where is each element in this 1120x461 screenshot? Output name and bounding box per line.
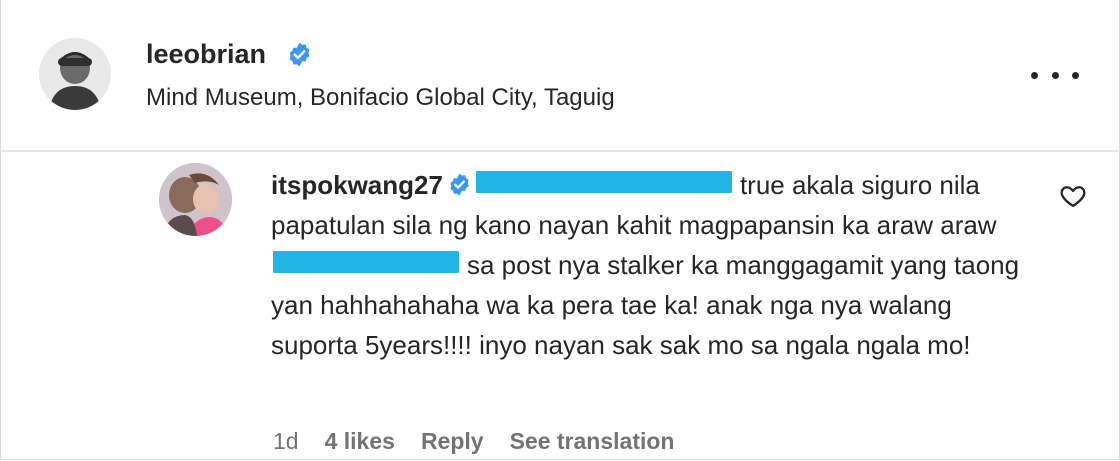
post-location[interactable]: Mind Museum, Bonifacio Global City, Tagu… bbox=[146, 82, 615, 114]
see-translation-button[interactable]: See translation bbox=[510, 425, 675, 457]
more-dot bbox=[1072, 71, 1079, 79]
more-dot bbox=[1051, 71, 1059, 79]
more-options-button[interactable] bbox=[1031, 60, 1079, 90]
post-header: leeobrian Mind Museum, Bonifacio Global … bbox=[1, 0, 1119, 152]
redacted-mention[interactable] bbox=[475, 171, 732, 193]
instagram-comment-panel: leeobrian Mind Museum, Bonifacio Global … bbox=[0, 0, 1120, 460]
profile-photo bbox=[159, 163, 232, 236]
reply-button[interactable]: Reply bbox=[421, 425, 484, 457]
likes-count[interactable]: 4 likes bbox=[325, 425, 395, 457]
comment-text: itspokwang27 true akala siguro nila papa… bbox=[271, 165, 1041, 365]
comment-username[interactable]: itspokwang27 bbox=[271, 170, 443, 200]
comment-avatar[interactable] bbox=[159, 163, 232, 236]
avatar[interactable] bbox=[39, 38, 111, 110]
post-username[interactable]: leeobrian bbox=[146, 36, 266, 72]
verified-badge-icon bbox=[450, 173, 469, 196]
more-horizontal-icon bbox=[1031, 71, 1038, 79]
verified-badge-icon bbox=[289, 42, 310, 67]
profile-photo bbox=[39, 38, 111, 110]
heart-outline-icon[interactable] bbox=[1059, 182, 1087, 210]
redacted-mention[interactable] bbox=[273, 251, 459, 273]
comment-time[interactable]: 1d bbox=[273, 425, 299, 457]
comment-meta: 1d 4 likes Reply See translation bbox=[273, 425, 674, 457]
